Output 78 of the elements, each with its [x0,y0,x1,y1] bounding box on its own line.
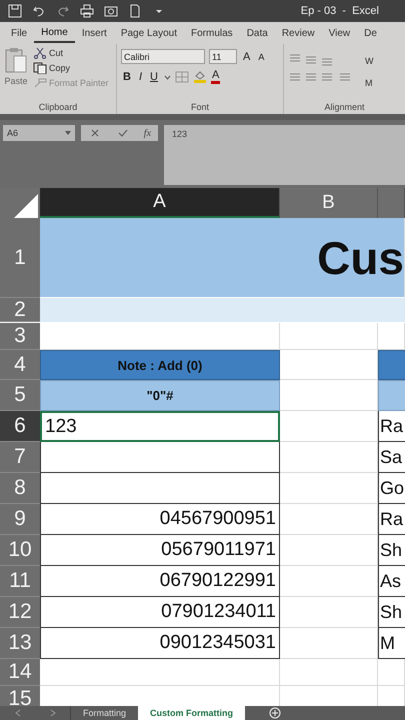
check-icon[interactable] [116,127,130,139]
table-cell[interactable]: 07901234011 [40,597,280,628]
formula-field[interactable]: 123 [164,125,405,185]
header-cell: "0"# [40,380,280,411]
font-style-button[interactable]: U [148,70,160,82]
shrink-font-button[interactable]: A [256,52,266,62]
brush-icon [33,77,47,89]
font-color-button[interactable]: A [210,69,220,84]
header-cell: Note : Add (0) [40,350,280,380]
copy-button[interactable]: Copy [32,61,110,75]
table-cell: As [378,566,405,597]
row-header[interactable]: 7 [0,442,40,473]
wrap-text-button[interactable]: W [364,55,401,67]
row-header[interactable]: 9 [0,504,40,535]
row-header[interactable]: 3 [0,323,40,350]
table-cell: Go [378,473,405,504]
ribbon-tab[interactable]: Insert [74,24,114,42]
font-name-field[interactable]: Calibri [121,49,205,64]
undo-icon[interactable] [32,4,46,18]
camera-icon[interactable] [104,4,118,18]
sheet-tab[interactable]: Custom Formatting [138,706,246,720]
group-label: Alignment [323,102,366,114]
group-label: Clipboard [38,102,78,114]
row-header[interactable]: 12 [0,597,40,628]
paste-button[interactable]: Paste [4,46,28,102]
table-cell[interactable] [40,442,280,473]
row-header[interactable]: 13 [0,628,40,659]
redo-icon[interactable] [56,4,70,18]
row-header[interactable]: 4 [0,350,40,380]
ribbon-tab[interactable]: Page Layout [114,24,184,42]
group-label: Font [190,102,210,114]
table-cell: Sh [378,597,405,628]
header-cell [378,350,405,380]
row-header[interactable]: 14 [0,659,40,686]
ribbon-tab[interactable]: De [357,24,384,42]
column-header[interactable]: B [280,188,378,218]
table-cell: Ra [378,411,405,442]
document-icon[interactable] [128,4,142,18]
table-cell[interactable]: 123 [40,411,280,442]
table-cell: M [378,628,405,659]
ribbon-tab[interactable]: Formulas [184,24,240,42]
table-cell[interactable]: 06790122991 [40,566,280,597]
ribbon-tab[interactable]: Review [274,24,322,42]
table-cell[interactable] [40,473,280,504]
add-sheet-icon[interactable] [269,707,282,719]
table-cell: Ra [378,504,405,535]
row-header[interactable]: 1 [0,218,40,298]
insert-function-button[interactable]: fx [144,128,152,138]
table-cell: Sa [378,442,405,473]
ribbon-tab[interactable]: File [4,24,34,42]
font-size-field[interactable]: 11 [209,49,237,64]
column-header[interactable]: A [40,188,280,218]
cut-button[interactable]: Cut [32,46,110,60]
fill-color-icon[interactable] [192,70,207,82]
table-cell: Sh [378,535,405,566]
table-cell[interactable]: 04567900951 [40,504,280,535]
row-header[interactable]: 2 [0,298,40,322]
grow-font-button[interactable]: A [241,50,252,62]
ribbon-tab[interactable]: Data [240,24,275,42]
title-cell: Cus [40,218,405,298]
table-cell[interactable]: 05679011971 [40,535,280,566]
copy-icon [33,62,47,74]
merge-button[interactable]: M [364,77,401,89]
window-title: Ep - 03 - Excel [300,5,380,17]
scissors-icon [33,47,47,59]
name-box[interactable]: A6 [3,125,75,141]
save-icon[interactable] [8,4,22,18]
table-cell[interactable]: 09012345031 [40,628,280,659]
row-header[interactable]: 10 [0,535,40,566]
row-header[interactable]: 6 [0,411,40,442]
row-header[interactable]: 8 [0,473,40,504]
row-header[interactable]: 11 [0,566,40,597]
print-icon[interactable] [80,4,94,18]
row-header[interactable]: 5 [0,380,40,411]
font-style-button[interactable]: I [136,70,144,82]
header-cell [378,380,405,411]
ribbon-tab[interactable]: View [322,24,358,42]
font-style-button[interactable]: B [121,70,133,82]
